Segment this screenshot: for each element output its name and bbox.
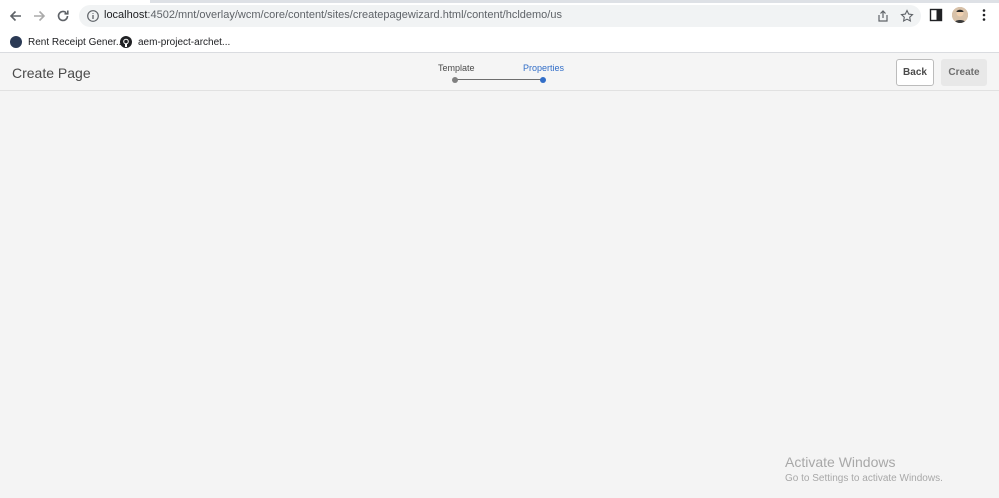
share-icon[interactable] (876, 9, 890, 23)
activate-windows-watermark: Activate Windows Go to Settings to activ… (785, 454, 943, 484)
bookmarks-bar: Rent Receipt Gener... aem-project-archet… (0, 31, 999, 53)
watermark-subtitle: Go to Settings to activate Windows. (785, 473, 943, 484)
github-icon (120, 36, 132, 48)
url-text: localhost:4502/mnt/overlay/wcm/core/cont… (104, 9, 562, 21)
bookmark-rent-receipt[interactable]: Rent Receipt Gener... (10, 34, 124, 50)
profile-avatar[interactable] (952, 7, 968, 23)
bookmark-label: Rent Receipt Gener... (28, 36, 125, 48)
step-properties-label[interactable]: Properties (523, 63, 564, 73)
back-button[interactable]: Back (896, 59, 934, 86)
info-icon[interactable] (86, 9, 100, 23)
tab-strip (150, 0, 999, 3)
reload-icon[interactable] (54, 7, 72, 25)
star-icon[interactable] (900, 9, 914, 23)
bookmark-aem-project[interactable]: aem-project-archet... (120, 34, 230, 50)
forward-arrow-icon[interactable] (30, 7, 48, 25)
browser-toolbar: localhost:4502/mnt/overlay/wcm/core/cont… (0, 0, 999, 31)
watermark-title: Activate Windows (785, 454, 896, 470)
create-button[interactable]: Create (941, 59, 987, 86)
address-bar[interactable]: localhost:4502/mnt/overlay/wcm/core/cont… (79, 5, 921, 27)
step-properties-dot[interactable] (540, 77, 546, 83)
page-title: Create Page (12, 65, 91, 81)
back-arrow-icon[interactable] (7, 7, 25, 25)
step-template-label[interactable]: Template (438, 63, 475, 73)
side-panel-icon[interactable] (928, 7, 946, 25)
wizard-header: Create Page Template Properties Back Cre… (0, 53, 999, 91)
bookmark-label: aem-project-archet... (138, 36, 231, 48)
step-template-dot[interactable] (452, 77, 458, 83)
wizard-content-area (0, 92, 999, 498)
rent-receipt-favicon-icon (10, 36, 22, 48)
step-progress-line (457, 79, 541, 80)
more-menu-icon[interactable] (976, 7, 994, 25)
